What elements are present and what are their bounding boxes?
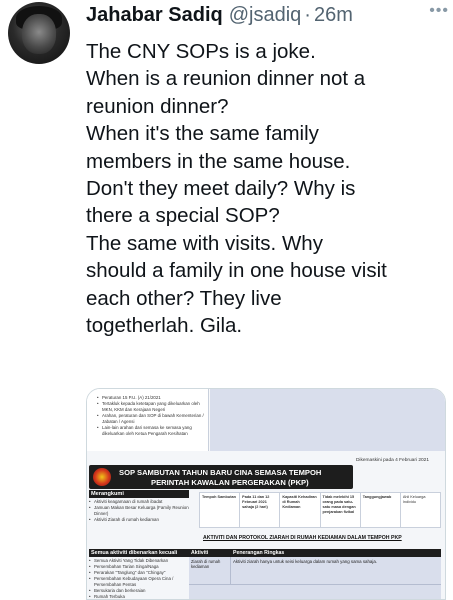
tweet-text: The CNY SOPs is a joke. When is a reunio… bbox=[86, 38, 446, 339]
tweet-text-line: When is a reunion dinner not a bbox=[86, 67, 366, 91]
tweet-text-line: reunion dinner? bbox=[86, 94, 229, 118]
list-item: Rumah Terbuka bbox=[89, 594, 197, 599]
table-header-cell: Penerangan Ringkas bbox=[233, 550, 285, 556]
banner-title-line1: SOP SAMBUTAN TAHUN BARU CINA SEMASA TEMP… bbox=[119, 468, 322, 477]
sop-banner: SOP SAMBUTAN TAHUN BARU CINA SEMASA TEMP… bbox=[89, 465, 353, 489]
kecuali-label: Semua aktiviti dibenarkan kecuali bbox=[89, 549, 189, 557]
avatar[interactable] bbox=[8, 2, 70, 64]
activity-table: Aktiviti Penerangan Ringkas Ziarah di ru… bbox=[189, 549, 441, 599]
list-item: Persembahan Kebudayaan Opera Cina / Pers… bbox=[89, 576, 197, 588]
tweet-text-line: each other? They live bbox=[86, 286, 282, 310]
document-reference-list: Peraturan 15 P.U. (A) 21/2021 Tertakluk … bbox=[87, 389, 209, 451]
grid-cell: Kapasiti Kehadiran di Rumah Kediaman bbox=[280, 493, 321, 527]
kecuali-list: Semua Aktiviti Yang Tidak Dibenarkan Per… bbox=[89, 558, 197, 599]
table-row: Ziarah di rumah kediaman Aktiviti ziarah… bbox=[189, 557, 441, 585]
grid-cell: Pada 11 dan 12 Februari 2021 sahaja (2 h… bbox=[240, 493, 281, 527]
tweet-text-line: there a special SOP? bbox=[86, 204, 280, 228]
grid-cell: Tanggungjawab bbox=[361, 493, 401, 527]
grid-cell: Tidak melebihi 15 orang pada satu-satu m… bbox=[321, 493, 361, 527]
merangkumi-list: Aktiviti keagamaan di rumah ibadat Jamua… bbox=[89, 499, 197, 523]
tweet-text-line: members in the same house. bbox=[86, 149, 351, 173]
emblem-icon bbox=[93, 468, 111, 486]
grid-cell: Ahli Keluarga Individu bbox=[402, 495, 426, 504]
table-header-cell: Aktiviti bbox=[191, 550, 209, 556]
table-cell: Aktiviti ziarah hanya untuk seisi keluar… bbox=[233, 559, 377, 564]
tweet-text-line: The CNY SOPs is a joke. bbox=[86, 40, 316, 63]
list-item: Jamuan Makan Besar Keluarga (Family Reun… bbox=[89, 505, 197, 517]
tweet-text-line: When it's the same family bbox=[86, 122, 319, 146]
attached-image[interactable]: Peraturan 15 P.U. (A) 21/2021 Tertakluk … bbox=[86, 388, 446, 600]
reference-item: Arahan, peraturan dan SOP di bawah Kemen… bbox=[97, 413, 204, 425]
document-top-section: Peraturan 15 P.U. (A) 21/2021 Tertakluk … bbox=[87, 389, 445, 451]
list-item: Aktiviti Ziarah di rumah kediaman bbox=[89, 517, 197, 523]
tweet-header: Jahabar Sadiq @jsadiq · 26m bbox=[86, 4, 443, 34]
separator-dot: · bbox=[304, 4, 311, 26]
more-horizontal-icon[interactable]: ••• bbox=[429, 2, 449, 20]
document-date: Dikemaskini pada 4 Februari 2021 bbox=[355, 458, 429, 463]
reference-item: Tertakluk kepada ketetapan yang dikeluar… bbox=[97, 401, 204, 413]
merangkumi-label: Merangkumi bbox=[89, 490, 189, 498]
tweet-timestamp[interactable]: 26m bbox=[314, 4, 353, 27]
table-header: Aktiviti Penerangan Ringkas bbox=[189, 549, 441, 557]
reference-item: Lain-lain arahan dari semasa ke semasa y… bbox=[97, 425, 204, 437]
tweet-text-line: togetherlah. Gila. bbox=[86, 314, 243, 338]
document-shaded-panel bbox=[210, 389, 445, 451]
banner-title-line2: PERINTAH KAWALAN PERGERAKAN (PKP) bbox=[151, 478, 309, 487]
celebration-details-grid: Tempoh Sambutan Pada 11 dan 12 Februari … bbox=[199, 492, 441, 528]
author-name[interactable]: Jahabar Sadiq bbox=[86, 4, 223, 27]
tweet-text-line: The same with visits. Why bbox=[86, 231, 323, 255]
author-handle[interactable]: @jsadiq bbox=[229, 4, 302, 27]
protocol-subtitle: AKTIVITI DAN PROTOKOL ZIARAH DI RUMAH KE… bbox=[203, 535, 402, 541]
tweet-text-line: should a family in one house visit bbox=[86, 259, 387, 283]
grid-cell: Tempoh Sambutan bbox=[200, 493, 241, 527]
tweet-text-line: Don't they meet daily? Why is bbox=[86, 177, 356, 201]
table-cell: Ziarah di rumah kediaman bbox=[189, 557, 231, 584]
